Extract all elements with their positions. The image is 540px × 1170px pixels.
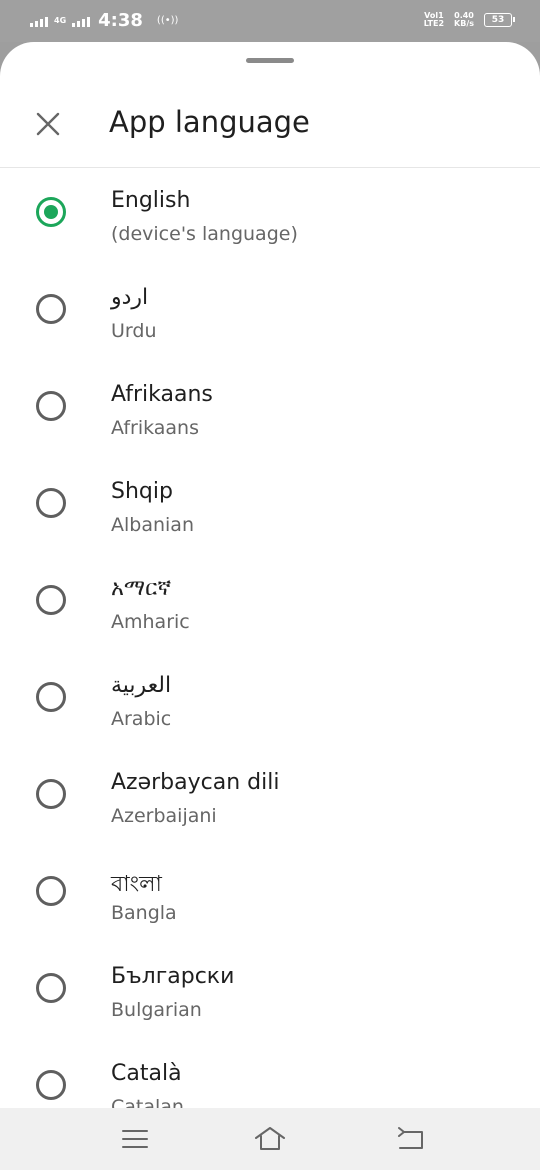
radio-button[interactable] — [36, 973, 66, 1003]
status-left: 4G 4:38 ((•)) — [30, 10, 178, 31]
radio-button[interactable] — [36, 779, 66, 809]
system-nav-bar — [0, 1108, 540, 1170]
language-english-name: Arabic — [111, 708, 172, 730]
network-speed: 0.40 KB/s — [454, 12, 474, 28]
language-option[interactable]: اردو Urdu — [0, 267, 540, 364]
lte-label: LTE2 — [423, 19, 445, 28]
clock: 4:38 — [98, 10, 143, 31]
language-native-name: العربية — [111, 673, 172, 698]
language-option[interactable]: Català Catalan — [0, 1043, 540, 1108]
language-english-name: Afrikaans — [111, 417, 199, 439]
radio-button[interactable] — [36, 197, 66, 227]
speed-unit: KB/s — [454, 19, 474, 28]
language-option[interactable]: বাংলা Bangla — [0, 849, 540, 946]
home-icon[interactable] — [253, 1124, 287, 1154]
status-bar: 4G 4:38 ((•)) Vol1 LTE2 0.40 KB/s 53 — [0, 0, 540, 42]
language-english-name: Azerbaijani — [111, 805, 217, 827]
drag-handle[interactable] — [246, 58, 294, 63]
signal-icon-2 — [72, 15, 91, 27]
language-english-name: Albanian — [111, 514, 194, 536]
language-english-name: Bulgarian — [111, 999, 202, 1021]
language-english-name: Amharic — [111, 611, 190, 633]
language-native-name: Azərbaycan dili — [111, 770, 280, 795]
radio-button[interactable] — [36, 1070, 66, 1100]
language-bottom-sheet: App language English (device's language)… — [0, 42, 540, 1108]
language-native-name: English — [111, 188, 191, 213]
volte-indicator: Vol1 LTE2 — [424, 12, 444, 28]
language-english-name: (device's language) — [111, 223, 298, 245]
battery-level: 53 — [491, 15, 505, 25]
radio-button[interactable] — [36, 391, 66, 421]
radio-button[interactable] — [36, 876, 66, 906]
hotspot-icon: ((•)) — [156, 15, 179, 26]
language-option[interactable]: አማርኛ Amharic — [0, 558, 540, 655]
page-title: App language — [109, 105, 310, 139]
language-native-name: Afrikaans — [111, 382, 213, 407]
network-type: 4G — [54, 15, 67, 25]
back-icon[interactable] — [394, 1124, 428, 1154]
sheet-header: App language — [0, 82, 540, 168]
status-right: Vol1 LTE2 0.40 KB/s 53 — [424, 12, 515, 28]
signal-icon — [30, 15, 48, 27]
language-option[interactable]: Shqip Albanian — [0, 461, 540, 558]
language-option[interactable]: English (device's language) — [0, 170, 540, 267]
menu-icon[interactable] — [118, 1124, 152, 1154]
language-english-name: Bangla — [111, 902, 177, 924]
language-option[interactable]: Български Bulgarian — [0, 946, 540, 1043]
language-english-name: Catalan — [111, 1096, 184, 1108]
language-option[interactable]: Azərbaycan dili Azerbaijani — [0, 752, 540, 849]
language-option[interactable]: Afrikaans Afrikaans — [0, 364, 540, 461]
radio-button[interactable] — [36, 294, 66, 324]
radio-button[interactable] — [36, 488, 66, 518]
language-native-name: Български — [111, 964, 235, 989]
language-native-name: اردو — [111, 285, 149, 310]
radio-button[interactable] — [36, 682, 66, 712]
language-native-name: Shqip — [111, 479, 173, 504]
language-english-name: Urdu — [111, 320, 157, 342]
language-native-name: বাংলা — [111, 872, 162, 897]
language-native-name: አማርኛ — [111, 576, 172, 601]
radio-button[interactable] — [36, 585, 66, 615]
language-native-name: Català — [111, 1061, 182, 1086]
language-list: English (device's language) اردو Urdu Af… — [0, 170, 540, 1108]
close-icon[interactable] — [34, 110, 62, 138]
language-option[interactable]: العربية Arabic — [0, 655, 540, 752]
battery-icon: 53 — [484, 13, 515, 27]
